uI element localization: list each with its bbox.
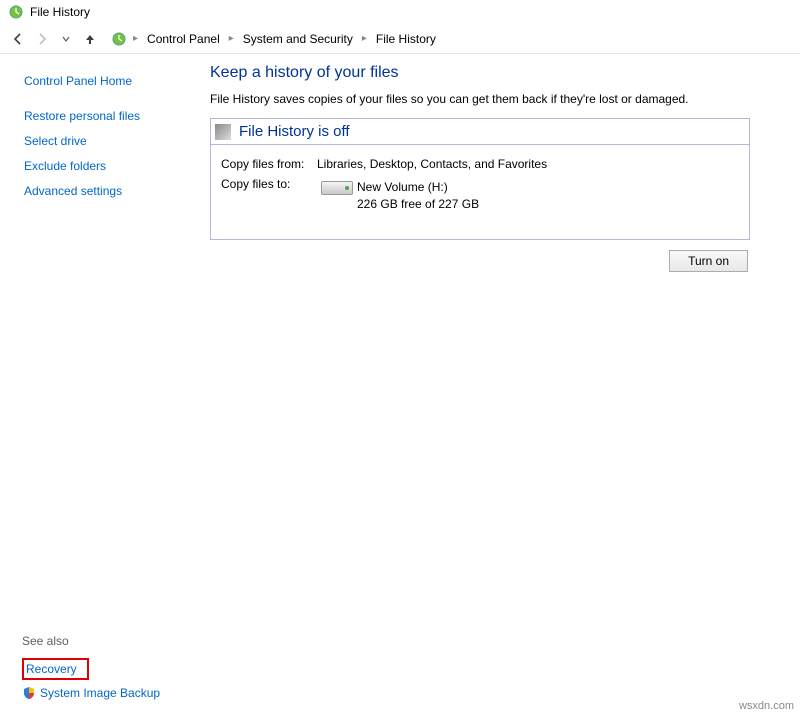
system-image-label: System Image Backup [40, 686, 160, 700]
sidebar-restore-files[interactable]: Restore personal files [24, 109, 200, 123]
drive-icon [317, 179, 357, 195]
control-panel-icon[interactable] [110, 30, 128, 48]
window-title: File History [30, 5, 90, 19]
recovery-link[interactable]: Recovery [26, 662, 77, 676]
sidebar-home[interactable]: Control Panel Home [24, 74, 200, 88]
recovery-highlight: Recovery [22, 658, 89, 680]
status-title: File History is off [239, 123, 350, 140]
status-header: File History is off [211, 119, 749, 145]
up-button[interactable] [80, 29, 100, 49]
see-also-label: See also [22, 634, 160, 648]
status-box: File History is off Copy files from: Lib… [210, 118, 750, 240]
copy-to-label: Copy files to: [221, 177, 317, 213]
copy-from-value: Libraries, Desktop, Contacts, and Favori… [317, 157, 739, 171]
copy-from-row: Copy files from: Libraries, Desktop, Con… [221, 157, 739, 171]
page-title: Keep a history of your files [210, 64, 750, 82]
drive-space: 226 GB free of 227 GB [357, 196, 479, 213]
sidebar-advanced-settings[interactable]: Advanced settings [24, 184, 200, 198]
nav-bar: ▸ Control Panel ▸ System and Security ▸ … [0, 24, 800, 54]
status-body: Copy files from: Libraries, Desktop, Con… [211, 145, 749, 239]
system-image-backup-link[interactable]: System Image Backup [22, 686, 160, 700]
chevron-right-icon[interactable]: ▸ [360, 33, 369, 44]
sidebar-select-drive[interactable]: Select drive [24, 134, 200, 148]
forward-button[interactable] [32, 29, 52, 49]
breadcrumb: ▸ Control Panel ▸ System and Security ▸ … [110, 30, 440, 48]
shield-icon [22, 686, 36, 700]
back-button[interactable] [8, 29, 28, 49]
copy-from-label: Copy files from: [221, 157, 317, 171]
title-bar: File History [0, 0, 800, 24]
turn-on-button[interactable]: Turn on [669, 250, 748, 272]
copy-to-row: Copy files to: New Volume (H:) 226 GB fr… [221, 177, 739, 213]
chevron-right-icon[interactable]: ▸ [227, 33, 236, 44]
file-history-icon [8, 4, 24, 20]
see-also-section: See also Recovery System Image Backup [22, 634, 160, 708]
breadcrumb-control-panel[interactable]: Control Panel [143, 30, 224, 48]
drive-info: New Volume (H:) 226 GB free of 227 GB [317, 179, 479, 213]
watermark: wsxdn.com [739, 700, 794, 712]
main-panel: Keep a history of your files File Histor… [200, 64, 800, 636]
off-status-icon [215, 124, 231, 140]
breadcrumb-system-security[interactable]: System and Security [239, 30, 357, 48]
sidebar-exclude-folders[interactable]: Exclude folders [24, 159, 200, 173]
breadcrumb-file-history[interactable]: File History [372, 30, 440, 48]
action-row: Turn on [210, 250, 750, 272]
recent-dropdown[interactable] [56, 29, 76, 49]
content-area: Control Panel Home Restore personal file… [0, 54, 800, 636]
sidebar: Control Panel Home Restore personal file… [0, 64, 200, 636]
drive-name: New Volume (H:) [357, 179, 479, 196]
chevron-right-icon[interactable]: ▸ [131, 33, 140, 44]
page-description: File History saves copies of your files … [210, 92, 750, 106]
